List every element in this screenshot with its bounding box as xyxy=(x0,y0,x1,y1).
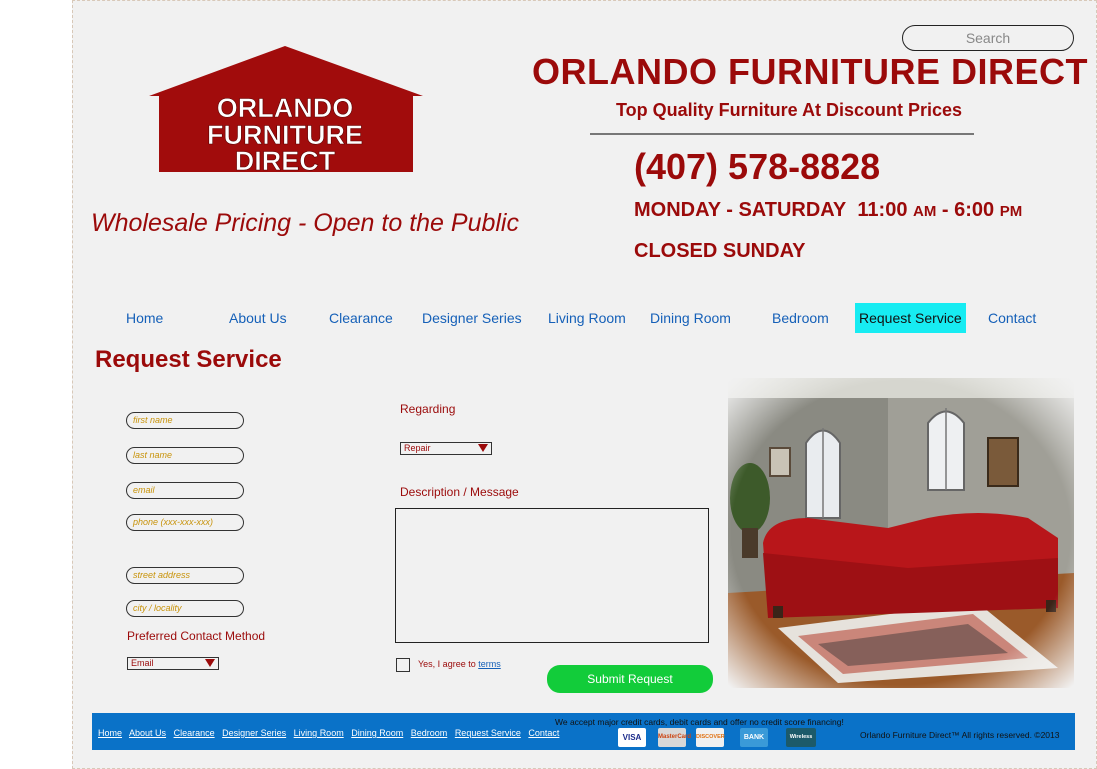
agree-checkbox[interactable] xyxy=(396,658,410,672)
nav-designer-series[interactable]: Designer Series xyxy=(422,303,522,333)
phone-number[interactable]: (407) 578-8828 xyxy=(634,146,880,188)
nav-about-us[interactable]: About Us xyxy=(229,303,287,333)
footer-link-clearance[interactable]: Clearance xyxy=(174,728,215,738)
visa-card-icon: VISA xyxy=(618,728,646,747)
email-field[interactable]: email xyxy=(126,482,244,499)
street-address-field[interactable]: street address xyxy=(126,567,244,584)
last-name-field[interactable]: last name xyxy=(126,447,244,464)
search-input[interactable]: Search xyxy=(902,25,1074,51)
dropdown-arrow-icon xyxy=(205,659,215,667)
regarding-select[interactable]: Repair xyxy=(400,442,492,455)
wireless-payment-icon: Wireless xyxy=(786,728,816,747)
regarding-value: Repair xyxy=(404,443,431,453)
site-footer: Home About Us Clearance Designer Series … xyxy=(92,713,1075,750)
footer-link-contact[interactable]: Contact xyxy=(528,728,559,738)
description-label: Description / Message xyxy=(400,485,519,499)
page-container: ORLANDO FURNITURE DIRECT Wholesale Prici… xyxy=(72,0,1097,769)
hours-days: MONDAY - SATURDAY xyxy=(634,199,847,221)
nav-dining-room[interactable]: Dining Room xyxy=(650,303,731,333)
header-divider xyxy=(590,133,974,135)
business-hours: MONDAY - SATURDAY 11:00 AM - 6:00 PM xyxy=(634,199,1022,222)
nav-request-service[interactable]: Request Service xyxy=(855,303,966,333)
mastercard-icon: MasterCard xyxy=(658,728,691,747)
first-name-field[interactable]: first name xyxy=(126,412,244,429)
logo-word-3: DIRECT xyxy=(235,146,336,176)
dropdown-arrow-icon xyxy=(478,444,488,452)
submit-request-button[interactable]: Submit Request xyxy=(547,665,713,693)
orlando-furniture-logo[interactable]: ORLANDO FURNITURE DIRECT xyxy=(147,44,423,176)
hours-dash: - xyxy=(941,199,949,221)
payment-notice: We accept major credit cards, debit card… xyxy=(555,717,844,727)
nav-clearance[interactable]: Clearance xyxy=(329,303,393,333)
footer-links: Home About Us Clearance Designer Series … xyxy=(98,728,564,738)
description-textarea[interactable] xyxy=(395,508,709,643)
terms-link[interactable]: terms xyxy=(478,659,501,669)
preferred-contact-label: Preferred Contact Method xyxy=(127,629,266,643)
copyright: Orlando Furniture Direct™ All rights res… xyxy=(860,730,1060,740)
footer-link-living-room[interactable]: Living Room xyxy=(294,728,344,738)
preferred-contact-value: Email xyxy=(131,658,154,668)
footer-link-designer-series[interactable]: Designer Series xyxy=(222,728,286,738)
discover-card-icon: DISCOVER xyxy=(696,728,725,747)
footer-link-bedroom[interactable]: Bedroom xyxy=(411,728,448,738)
footer-link-request-service[interactable]: Request Service xyxy=(455,728,521,738)
nav-bedroom[interactable]: Bedroom xyxy=(772,303,829,333)
hours-pm: PM xyxy=(999,203,1023,220)
hours-am: AM xyxy=(913,203,937,220)
hours-close: 6:00 xyxy=(954,199,995,221)
brand-subtitle: Top Quality Furniture At Discount Prices xyxy=(616,100,963,120)
nav-living-room[interactable]: Living Room xyxy=(548,303,626,333)
city-field[interactable]: city / locality xyxy=(126,600,244,617)
hours-open: 11:00 xyxy=(857,199,908,221)
footer-link-about-us[interactable]: About Us xyxy=(129,728,166,738)
agree-text: Yes, I agree to terms xyxy=(418,659,501,669)
nav-home[interactable]: Home xyxy=(126,303,163,333)
page-title: Request Service xyxy=(95,346,282,373)
phone-field[interactable]: phone (xxx-xxx-xxx) xyxy=(126,514,244,531)
sofa-room-photo xyxy=(728,378,1074,688)
preferred-contact-select[interactable]: Email xyxy=(127,657,219,670)
regarding-label: Regarding xyxy=(400,402,456,416)
tagline: Wholesale Pricing - Open to the Public xyxy=(91,209,519,237)
logo-word-1: ORLANDO xyxy=(217,93,354,123)
closed-notice: CLOSED SUNDAY xyxy=(634,240,806,262)
bank-card-icon: BANK xyxy=(740,728,768,747)
footer-link-home[interactable]: Home xyxy=(98,728,122,738)
brand-title: ORLANDO FURNITURE DIRECT xyxy=(532,51,1088,92)
footer-link-dining-room[interactable]: Dining Room xyxy=(351,728,403,738)
nav-contact[interactable]: Contact xyxy=(988,303,1036,333)
agree-label: Yes, I agree to xyxy=(418,659,476,669)
